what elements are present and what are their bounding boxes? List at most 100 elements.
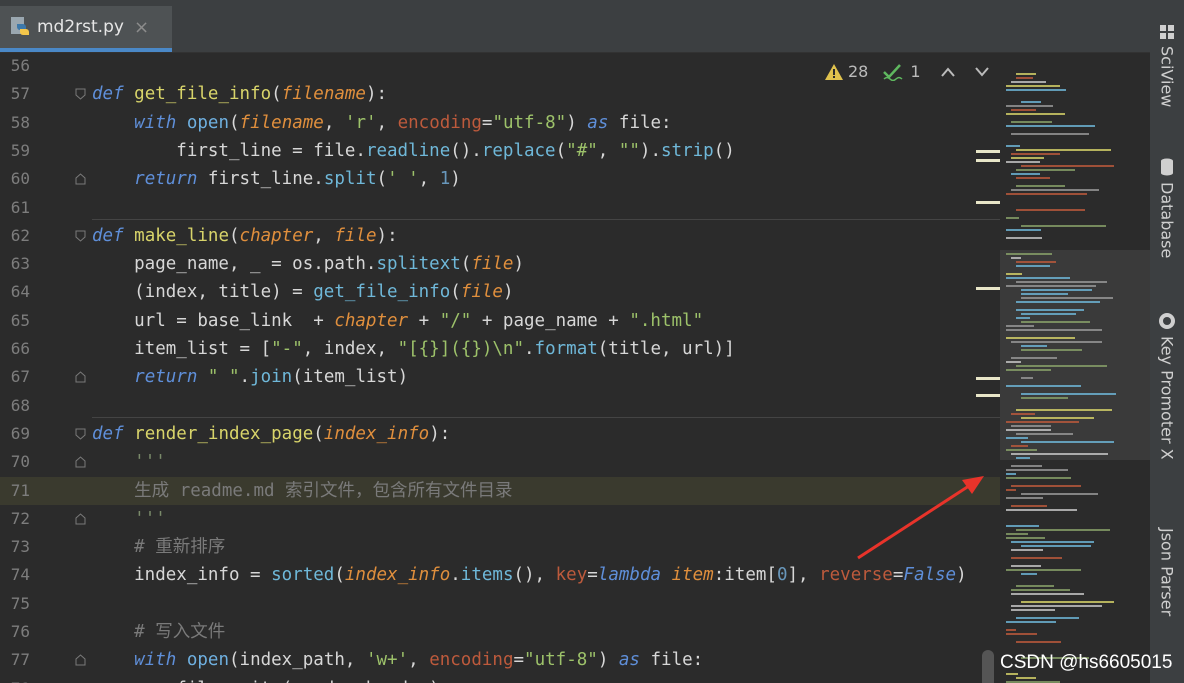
code-line[interactable]: 60 return first_line.split(' ', 1) [0, 165, 1000, 193]
line-number[interactable]: 72 [0, 505, 30, 533]
code-line[interactable]: 75 [0, 590, 1000, 618]
minimap-line [1006, 477, 1071, 479]
minimap-line [1006, 525, 1039, 527]
code-line[interactable]: 65 url = base_link + chapter + "/" + pag… [0, 307, 1000, 335]
line-number[interactable]: 56 [0, 53, 30, 80]
line-number[interactable]: 60 [0, 165, 30, 193]
fold-end-icon[interactable] [75, 371, 86, 383]
minimap-line [1011, 593, 1084, 595]
code-text: return " ".join(item_list) [134, 367, 409, 388]
tab-md2rst[interactable]: md2rst.py × [0, 6, 172, 52]
code-minimap[interactable] [1000, 53, 1150, 683]
minimap-line [1006, 449, 1037, 451]
line-number[interactable]: 66 [0, 335, 30, 363]
watermark: CSDN @hs6605015 [1000, 652, 1173, 673]
code-line[interactable]: 78 file.write(readme_header) [0, 675, 1000, 683]
stripe-marker[interactable] [976, 377, 1000, 380]
code-line[interactable]: 64 (index, title) = get_file_info(file) [0, 278, 1000, 306]
stripe-marker[interactable] [976, 201, 1000, 204]
minimap-line [1011, 133, 1089, 135]
code-text: with open(filename, 'r', encoding="utf-8… [134, 112, 672, 133]
line-number[interactable]: 75 [0, 590, 30, 618]
minimap-line [1011, 81, 1046, 83]
minimap-line [1021, 545, 1091, 547]
method-separator [92, 417, 1000, 418]
minimap-line [1016, 309, 1084, 311]
stripe-marker[interactable] [976, 150, 1000, 153]
right-tool-sidebar: SciView Database Key Promoter X Json Par… [1150, 0, 1184, 683]
stripe-marker[interactable] [976, 287, 1000, 290]
stripe-marker[interactable] [976, 394, 1000, 397]
code-line[interactable]: 69 def render_index_page(index_info): [0, 420, 1000, 448]
minimap-line [1011, 413, 1035, 415]
code-line[interactable]: 76 # 写入文件 [0, 618, 1000, 646]
minimap-line [1006, 89, 1066, 91]
fold-start-icon[interactable] [75, 230, 86, 242]
minimap-line [1011, 157, 1044, 159]
inspection-widget[interactable]: 28 1 [824, 62, 989, 81]
fold-start-icon[interactable] [75, 428, 86, 440]
line-number[interactable]: 63 [0, 250, 30, 278]
line-number[interactable]: 57 [0, 80, 30, 108]
line-number[interactable]: 76 [0, 618, 30, 646]
code-line[interactable]: 67 return " ".join(item_list) [0, 363, 1000, 391]
fold-end-icon[interactable] [75, 513, 86, 525]
code-line[interactable]: 74 index_info = sorted(index_info.items(… [0, 561, 1000, 589]
method-separator [92, 219, 1000, 220]
line-number[interactable]: 71 [0, 477, 30, 505]
code-line[interactable]: 61 [0, 194, 1000, 222]
next-highlight-icon[interactable] [974, 62, 989, 81]
line-number[interactable]: 68 [0, 392, 30, 420]
line-number[interactable]: 59 [0, 137, 30, 165]
minimap-line [1006, 113, 1065, 115]
database-tool[interactable]: Database [1150, 158, 1184, 258]
line-number[interactable]: 61 [0, 194, 30, 222]
minimap-line [1016, 677, 1036, 679]
minimap-line [1016, 301, 1100, 303]
line-number[interactable]: 78 [0, 675, 30, 683]
minimap-line [1021, 289, 1092, 291]
minimap-line [1011, 453, 1108, 455]
line-number[interactable]: 65 [0, 307, 30, 335]
code-line[interactable]: 59 first_line = file.readline().replace(… [0, 137, 1000, 165]
minimap-line [1016, 261, 1056, 263]
line-number[interactable]: 62 [0, 222, 30, 250]
code-line[interactable]: 68 [0, 392, 1000, 420]
code-line[interactable]: 62 def make_line(chapter, file): [0, 222, 1000, 250]
minimap-line [1021, 345, 1047, 347]
line-number[interactable]: 69 [0, 420, 30, 448]
minimap-line [1006, 237, 1042, 239]
fold-end-icon[interactable] [75, 456, 86, 468]
code-line[interactable]: 77 with open(index_path, 'w+', encoding=… [0, 646, 1000, 674]
line-number[interactable]: 58 [0, 109, 30, 137]
vertical-scrollbar[interactable] [982, 650, 994, 683]
line-number[interactable]: 73 [0, 533, 30, 561]
minimap-line [1011, 153, 1060, 155]
minimap-line [1016, 317, 1030, 319]
code-text: # 重新排序 [134, 537, 226, 558]
code-line[interactable]: 58 with open(filename, 'r', encoding="ut… [0, 109, 1000, 137]
code-line[interactable]: 57 def get_file_info(filename): [0, 80, 1000, 108]
sciview-tool[interactable]: SciView [1150, 24, 1184, 107]
minimap-line [1011, 549, 1043, 551]
line-number[interactable]: 70 [0, 448, 30, 476]
line-number[interactable]: 74 [0, 561, 30, 589]
code-editor[interactable]: 56 57 def get_file_info(filename): 58 with … [0, 53, 1000, 683]
stripe-marker[interactable] [976, 159, 1000, 162]
code-text: first_line = file.readline().replace("#"… [92, 140, 735, 161]
code-line[interactable]: 63 page_name, _ = os.path.splitext(file) [0, 250, 1000, 278]
json-parser-tool[interactable]: Json Parser [1150, 522, 1184, 616]
line-number[interactable]: 67 [0, 363, 30, 391]
line-number[interactable]: 77 [0, 646, 30, 674]
line-number[interactable]: 64 [0, 278, 30, 306]
minimap-line [1006, 277, 1070, 279]
fold-start-icon[interactable] [75, 88, 86, 100]
fold-end-icon[interactable] [75, 654, 86, 666]
minimap-line [1011, 505, 1047, 507]
previous-highlight-icon[interactable] [940, 62, 955, 81]
key-promoter-tool[interactable]: Key Promoter X [1150, 312, 1184, 460]
close-tab-icon[interactable]: × [134, 17, 149, 38]
minimap-line [1006, 533, 1028, 535]
code-line[interactable]: 66 item_list = ["-", index, "[{}]({})\n"… [0, 335, 1000, 363]
fold-end-icon[interactable] [75, 173, 86, 185]
